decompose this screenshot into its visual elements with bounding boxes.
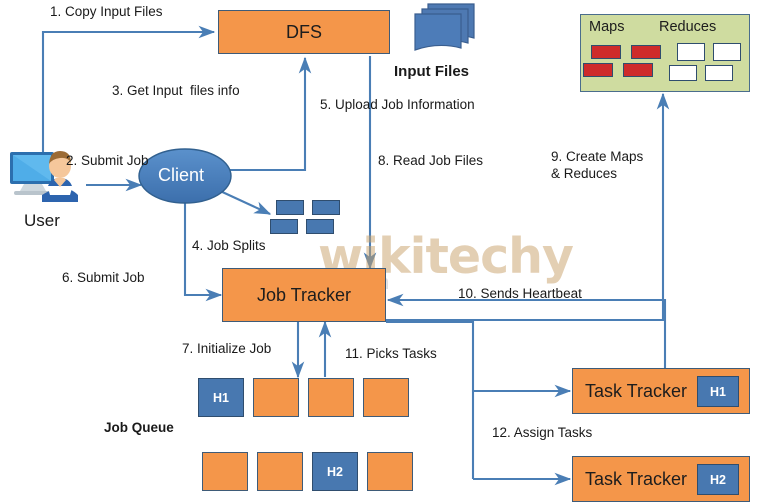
step-9-label: 9. Create Maps & Reduces: [551, 149, 644, 181]
job-queue-cell[interactable]: H1: [198, 378, 244, 417]
diagram-canvas: wikitechy .com DFS Input Files Maps Redu…: [0, 0, 764, 504]
reduce-cell: [669, 65, 697, 81]
map-cell: [583, 63, 613, 77]
task-tracker-1[interactable]: Task Tracker H1: [572, 368, 750, 414]
maps-reduces-node[interactable]: Maps Reduces: [580, 14, 750, 92]
user-icon: [10, 151, 78, 202]
job-queue-cell[interactable]: [253, 378, 299, 417]
reduce-cell: [677, 43, 705, 61]
step-1-label: 1. Copy Input Files: [50, 4, 163, 19]
job-queue-cell[interactable]: [257, 452, 303, 491]
map-cell: [631, 45, 661, 59]
step-10-label: 10. Sends Heartbeat: [458, 286, 582, 301]
job-queue-cell-host: H2: [327, 464, 343, 479]
task-tracker-label: Task Tracker: [585, 380, 688, 401]
job-tracker-node[interactable]: Job Tracker: [222, 268, 386, 322]
job-split-cell: [306, 219, 334, 234]
step-3-label: 3. Get Input files info: [112, 83, 240, 98]
map-cell: [623, 63, 653, 77]
task-tracker-host: H1: [710, 384, 726, 399]
step-8-label: 8. Read Job Files: [378, 153, 484, 168]
job-split-cell: [270, 219, 298, 234]
job-queue-cell[interactable]: [367, 452, 413, 491]
job-queue-cell[interactable]: H2: [312, 452, 358, 491]
reduce-cell: [713, 43, 741, 61]
reduces-label: Reduces: [659, 19, 717, 35]
step-4-label: 4. Job Splits: [192, 238, 266, 253]
job-queue-cell[interactable]: [202, 452, 248, 491]
job-queue-cell[interactable]: [308, 378, 354, 417]
task-tracker-label: Task Tracker: [585, 468, 688, 489]
input-files-label: Input Files: [394, 63, 469, 80]
client-label: Client: [158, 165, 205, 185]
step-7-label: 7. Initialize Job: [182, 341, 272, 356]
job-split-cell: [312, 200, 340, 215]
job-split-cell: [276, 200, 304, 215]
job-tracker-label: Job Tracker: [256, 284, 352, 305]
reduce-cell: [705, 65, 733, 81]
arrow-get-input-files-info: [230, 56, 312, 172]
step-11-label: 11. Picks Tasks: [345, 346, 437, 361]
task-tracker-2[interactable]: Task Tracker H2: [572, 456, 750, 502]
job-queue-cell[interactable]: [363, 378, 409, 417]
job-queue-label: Job Queue: [104, 420, 174, 435]
step-5-label: 5. Upload Job Information: [320, 97, 475, 112]
step-12-label: 12. Assign Tasks: [492, 425, 593, 440]
step-6-label: 6. Submit Job: [62, 270, 145, 285]
maps-label: Maps: [589, 19, 625, 35]
task-tracker-host-badge: H2: [697, 464, 739, 495]
user-label: User: [24, 211, 60, 230]
dfs-node[interactable]: DFS: [218, 10, 390, 54]
map-cell: [591, 45, 621, 59]
task-tracker-host-badge: H1: [697, 376, 739, 407]
step-2-label: 2. Submit Job: [66, 153, 149, 168]
job-queue-cell-host: H1: [213, 390, 229, 405]
input-files-icon: [414, 3, 475, 51]
task-tracker-host: H2: [710, 472, 726, 487]
dfs-label: DFS: [286, 21, 322, 42]
